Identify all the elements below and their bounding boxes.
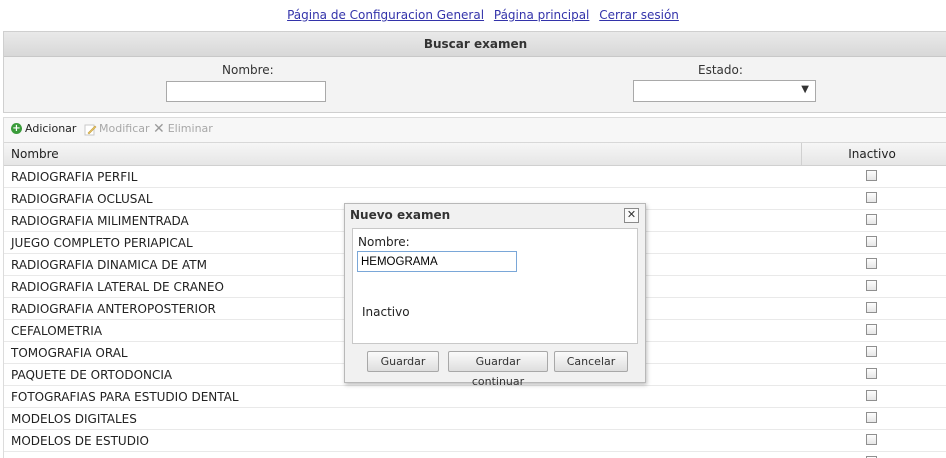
exam-name-cell: MODELOS DIGITALES (11, 412, 137, 426)
inactive-checkbox[interactable] (866, 258, 877, 269)
exam-name-cell: JUEGO COMPLETO PERIAPICAL (11, 236, 193, 250)
inactive-checkbox[interactable] (866, 434, 877, 445)
delete-label: Eliminar (167, 122, 213, 135)
table-row[interactable]: RADIOGRAFIA PERFIL (4, 166, 946, 188)
inactive-checkbox[interactable] (866, 214, 877, 225)
table-row[interactable]: MODELOS DE ESTUDIO (4, 430, 946, 452)
exam-name-cell: CEFALOMETRIA (11, 324, 103, 338)
inactive-checkbox[interactable] (866, 390, 877, 401)
exam-name-cell: RADIOGRAFIA LATERAL DE CRANEO (11, 280, 224, 294)
search-state-label: Estado: (698, 63, 743, 77)
dialog-body: Nombre: Inactivo (352, 228, 638, 344)
dialog-name-input[interactable] (357, 251, 517, 272)
column-header-nombre[interactable]: Nombre (11, 147, 59, 161)
grid-header: Nombre Inactivo (4, 142, 946, 166)
exam-name-cell: TOMOGRAFIA ORAL (11, 346, 128, 360)
inactive-checkbox[interactable] (866, 346, 877, 357)
table-row[interactable]: MODELOS DIGITALES (4, 408, 946, 430)
dialog-title: Nuevo examen (350, 208, 451, 222)
edit-button[interactable]: Modificar (84, 122, 150, 135)
search-panel: Buscar examen Nombre: Estado: ▼ (3, 31, 946, 113)
exam-name-cell: RADIOGRAFIA ANTEROPOSTERIOR (11, 302, 216, 316)
inactive-checkbox[interactable] (866, 324, 877, 335)
search-title: Buscar examen (4, 32, 946, 57)
save-button[interactable]: Guardar (367, 351, 439, 372)
exam-name-cell: PAQUETE DE ORTODONCIA (11, 368, 173, 382)
exam-name-cell: RADIOGRAFIA PERFIL (11, 170, 138, 184)
exam-name-cell: RADIOGRAFIA OCLUSAL (11, 192, 153, 206)
chevron-down-icon: ▼ (801, 84, 809, 95)
config-link[interactable]: Página de Configuracion General (287, 8, 484, 22)
add-button[interactable]: + Adicionar (11, 122, 76, 135)
close-icon[interactable]: ✕ (624, 208, 639, 223)
search-name-input[interactable] (166, 81, 326, 102)
pencil-icon (84, 123, 97, 135)
inactive-checkbox[interactable] (866, 302, 877, 313)
save-continue-button[interactable]: Guardar continuar (448, 351, 548, 388)
inactive-checkbox[interactable] (866, 236, 877, 247)
search-state-select[interactable]: ▼ (633, 80, 816, 102)
exam-name-cell: RADIOGRAFIA DINAMICA DE ATM (11, 258, 207, 272)
inactive-checkbox[interactable] (866, 170, 877, 181)
inactive-checkbox[interactable] (866, 368, 877, 379)
table-row[interactable] (4, 452, 946, 458)
logout-link[interactable]: Cerrar sesión (599, 8, 679, 22)
top-nav: Página de Configuracion General Página p… (0, 8, 946, 22)
exam-name-cell: FOTOGRAFIAS PARA ESTUDIO DENTAL (11, 390, 239, 404)
delete-x-icon: ✕ (153, 120, 165, 137)
dialog-inactive-label: Inactivo (362, 305, 410, 319)
home-link[interactable]: Página principal (494, 8, 590, 22)
inactive-checkbox[interactable] (866, 280, 877, 291)
add-icon: + (11, 123, 22, 134)
exam-name-cell: RADIOGRAFIA MILIMENTRADA (11, 214, 189, 228)
cancel-button[interactable]: Cancelar (554, 351, 628, 372)
add-label: Adicionar (25, 122, 77, 135)
inactive-checkbox[interactable] (866, 192, 877, 203)
delete-button[interactable]: ✕ Eliminar (153, 120, 213, 137)
column-header-inactivo[interactable]: Inactivo (801, 143, 942, 165)
exam-name-cell: MODELOS DE ESTUDIO (11, 434, 149, 448)
inactive-checkbox[interactable] (866, 412, 877, 423)
edit-label: Modificar (99, 122, 150, 135)
dialog-name-label: Nombre: (358, 235, 410, 249)
search-name-label: Nombre: (222, 63, 274, 77)
new-exam-dialog: Nuevo examen ✕ Nombre: Inactivo Guardar … (344, 203, 646, 388)
grid-toolbar: + Adicionar Modificar ✕ Eliminar (3, 117, 946, 142)
